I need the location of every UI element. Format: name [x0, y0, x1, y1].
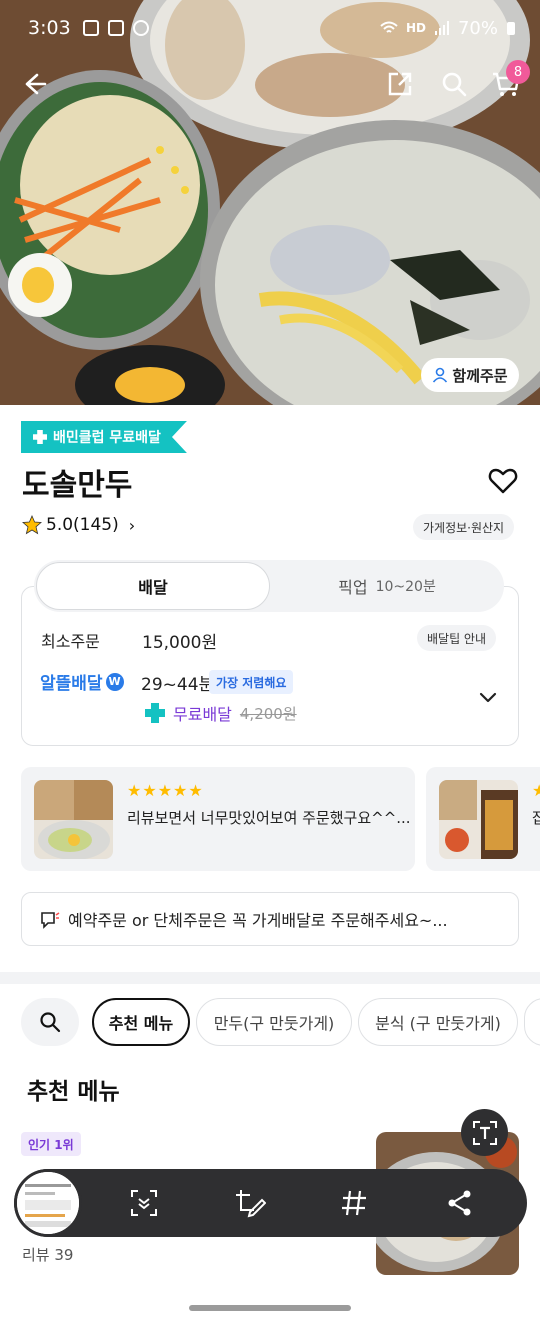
review-text: 리뷰보면서 너무맛있어보여 주문했구요^^...: [127, 809, 411, 827]
albtl-label-text: 알뜰배달: [40, 674, 103, 694]
recommended-section-title: 추천 메뉴: [27, 1079, 120, 1105]
section-divider: [0, 972, 540, 984]
battery-icon: [507, 22, 515, 35]
dnd-icon: [132, 20, 149, 36]
cart-count-badge: 8: [506, 60, 530, 84]
store-hero-image: [0, 0, 540, 405]
albtl-time: 29~44분: [141, 675, 215, 695]
order-type-tabs: 배달 픽업 10~20분: [34, 560, 504, 612]
review-card[interactable]: ★ 잡: [426, 767, 540, 871]
club-plus-icon: [33, 430, 47, 444]
screenshot-toolbar: [14, 1169, 527, 1237]
tab-delivery[interactable]: 배달: [36, 562, 270, 610]
edit-screenshot-button[interactable]: [230, 1183, 270, 1223]
review-photo-image: [34, 780, 113, 859]
text-extract-button[interactable]: [461, 1109, 508, 1156]
signal-icon: [434, 21, 449, 35]
group-order-label: 함께주문: [452, 366, 508, 385]
albtl-delivery-label: 알뜰배달 W: [40, 669, 124, 694]
status-notification-icons: [82, 20, 149, 36]
hashtag-icon: [342, 1190, 366, 1216]
favorite-button[interactable]: [488, 466, 518, 496]
search-icon: [442, 72, 467, 97]
review-photo: [439, 780, 518, 859]
menu-search-button[interactable]: [21, 998, 79, 1046]
food-photo: [0, 0, 540, 405]
cheapest-badge: 가장 저렴해요: [209, 670, 294, 694]
tab-pickup-time: 10~20분: [375, 579, 436, 595]
review-card[interactable]: ★★★★★ 리뷰보면서 너무맛있어보여 주문했구요^^...: [21, 767, 415, 871]
rating-value: 5.0(145): [46, 515, 119, 535]
scroll-capture-icon: [131, 1190, 157, 1216]
store-notice[interactable]: 예약주문 or 단체주문은 꼭 가게배달로 주문해주세요~...: [21, 892, 519, 946]
category-pill[interactable]: 만두(구 만둣가게): [196, 998, 352, 1046]
albtl-w-icon: W: [105, 672, 124, 691]
review-text: 잡: [532, 809, 540, 827]
review-photo-image: [439, 780, 518, 859]
tab-pickup-label: 픽업: [338, 578, 368, 597]
gallery-icon: [82, 20, 99, 36]
wifi-icon: [380, 21, 398, 33]
category-pill[interactable]: 분식 (구 만둣가게): [358, 998, 518, 1046]
checkbox-icon: [107, 20, 124, 36]
menu-review-count: 리뷰 39: [22, 1246, 74, 1264]
tag-button[interactable]: [334, 1183, 374, 1223]
back-button[interactable]: [14, 64, 54, 104]
battery-percent: 70%: [457, 17, 498, 39]
share-button[interactable]: [380, 64, 420, 104]
notice-text: 예약주문 or 단체주문은 꼭 가게배달로 주문해주세요~...: [68, 911, 448, 930]
search-icon: [40, 1012, 61, 1033]
share-screenshot-button[interactable]: [440, 1183, 480, 1223]
status-system-icons: HD 70%: [380, 18, 516, 39]
share-icon: [388, 72, 412, 96]
group-order-button[interactable]: 함께주문: [421, 358, 519, 392]
store-info-chip[interactable]: 가게정보·원산지: [413, 514, 515, 540]
hd-voice-label: HD: [405, 21, 426, 35]
status-bar: 3:03 HD 70%: [0, 0, 540, 56]
club-plus-icon: [145, 703, 165, 723]
screenshot-thumbnail[interactable]: [14, 1169, 82, 1237]
min-order-value: 15,000원: [142, 633, 218, 653]
search-button[interactable]: [434, 64, 474, 104]
home-indicator[interactable]: [189, 1305, 351, 1311]
person-icon: [433, 367, 448, 383]
share-icon: [448, 1190, 471, 1216]
heart-icon: [488, 468, 518, 494]
review-stars: ★: [532, 781, 540, 800]
crop-edit-icon: [236, 1190, 266, 1218]
free-delivery-label: 무료배달: [173, 705, 232, 724]
review-photo: [34, 780, 113, 859]
min-order-label: 최소주문: [41, 632, 100, 651]
rating-link[interactable]: 5.0(145) ›: [22, 515, 135, 535]
expand-delivery-button[interactable]: [478, 687, 498, 707]
popular-rank-badge: 인기 1위: [21, 1132, 81, 1156]
back-arrow-icon: [25, 73, 47, 95]
star-icon: [22, 515, 42, 535]
original-delivery-fee: 4,200원: [239, 704, 297, 723]
delivery-tip-chip[interactable]: 배달팁 안내: [417, 625, 497, 651]
text-scan-icon: [472, 1120, 497, 1145]
scroll-capture-button[interactable]: [124, 1183, 164, 1223]
tab-pickup[interactable]: 픽업 10~20분: [270, 560, 504, 612]
megaphone-icon: [41, 912, 60, 929]
category-pill-overflow[interactable]: [524, 998, 540, 1046]
free-delivery-row: 무료배달 4,200원: [145, 701, 297, 725]
store-name: 도솔만두: [22, 468, 133, 503]
club-badge-label: 배민클럽 무료배달: [53, 430, 161, 446]
screenshot-preview: [17, 1172, 79, 1234]
chevron-right-icon: ›: [128, 515, 136, 535]
status-time: 3:03: [28, 17, 71, 39]
baemin-club-badge: 배민클럽 무료배달: [21, 421, 187, 453]
chevron-down-icon: [479, 692, 497, 703]
review-stars: ★★★★★: [127, 781, 204, 800]
category-pill[interactable]: 추천 메뉴: [92, 998, 190, 1046]
